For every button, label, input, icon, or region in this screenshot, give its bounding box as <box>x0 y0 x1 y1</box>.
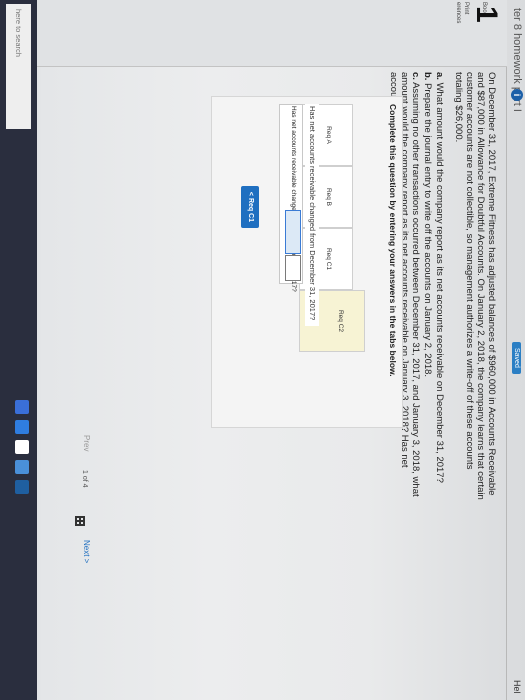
question-text: On December 31, 2017, Extreme Fitness ha… <box>453 72 497 500</box>
page-indicator: 1 of 4 <box>81 470 88 488</box>
sidebar-item-references[interactable]: erences <box>455 2 461 23</box>
chrome-icon[interactable] <box>15 440 29 454</box>
part-b: b. Prepare the journal entry to write of… <box>422 72 433 378</box>
saved-badge: Saved <box>512 342 521 374</box>
photographed-screen: ter 8 homework part I i Saved Hel Book P… <box>0 0 525 700</box>
left-sidebar <box>0 0 507 67</box>
grid-icon[interactable] <box>75 516 85 526</box>
browser-viewport: ter 8 homework part I i Saved Hel Book P… <box>0 0 525 700</box>
edge-icon[interactable] <box>15 400 29 414</box>
next-button[interactable]: Next > <box>82 540 91 563</box>
help-link[interactable]: Hel <box>512 680 522 694</box>
panel-instruction: Complete this question by entering your … <box>388 104 398 377</box>
store-icon[interactable] <box>15 460 29 474</box>
word-icon[interactable] <box>15 420 29 434</box>
answer-input-highlight[interactable] <box>285 210 301 254</box>
info-icon[interactable]: i <box>511 89 523 101</box>
sub-question: Has net accounts receivable changed from… <box>305 104 319 326</box>
taskbar-search[interactable]: here to search <box>6 4 31 129</box>
header-divider <box>506 0 507 700</box>
part-a: a. What amount would the company report … <box>434 72 445 483</box>
prev-req-button[interactable]: < Req C1 <box>241 186 259 228</box>
question-number: 1 <box>470 6 503 23</box>
prev-button[interactable]: Prev <box>82 435 91 451</box>
answer-input[interactable] <box>285 255 301 281</box>
app-icon[interactable] <box>15 480 29 494</box>
